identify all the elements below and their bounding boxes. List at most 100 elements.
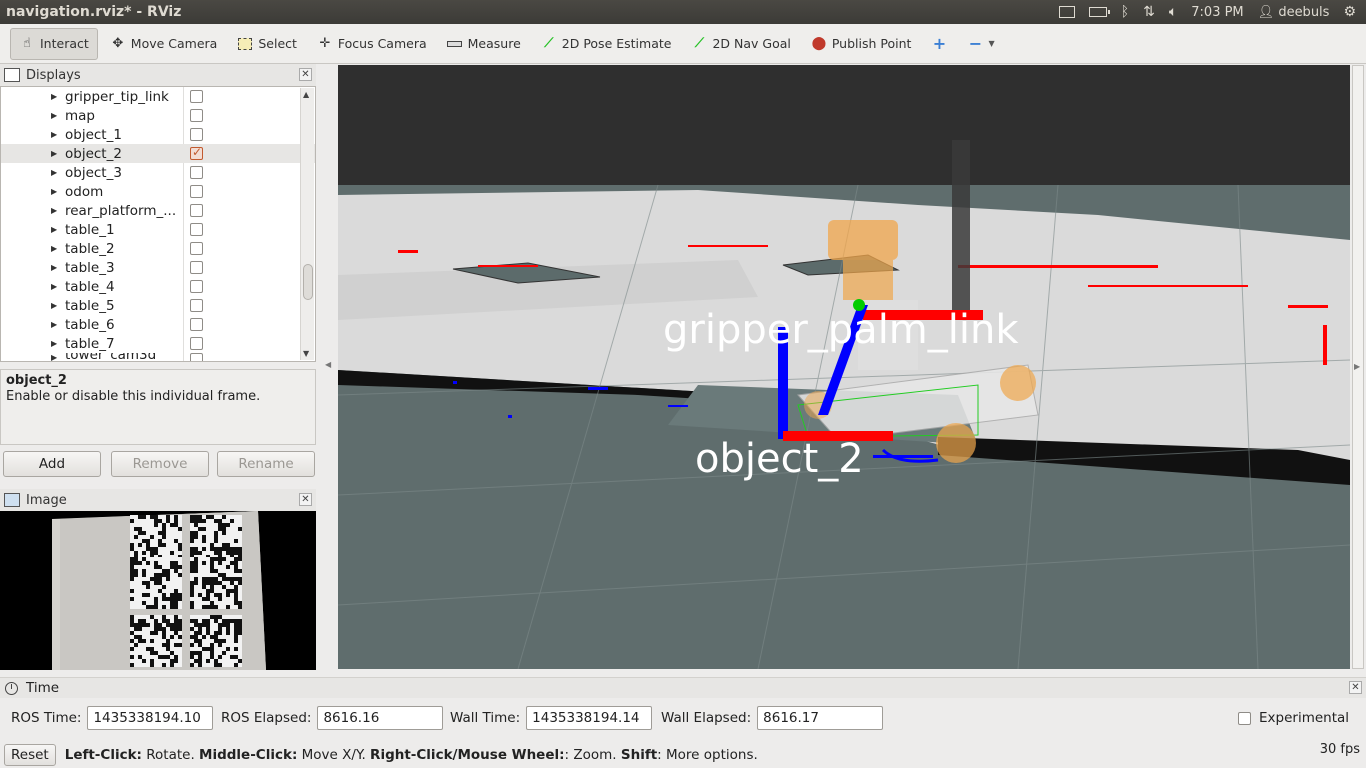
tree-item-checkbox[interactable] <box>190 318 203 331</box>
expand-arrow-icon[interactable]: ▶ <box>51 149 57 158</box>
collapse-right-icon[interactable]: ▶ <box>1354 362 1360 371</box>
user-menu[interactable]: 👤︎ deebuls <box>1258 5 1330 20</box>
ros-elapsed-field[interactable]: 8616.16 <box>317 706 444 730</box>
ros-time-field[interactable]: 1435338194.10 <box>87 706 214 730</box>
scrollbar-thumb[interactable] <box>303 264 313 300</box>
add-tool-button[interactable]: + <box>923 28 955 60</box>
hint-text: Rotate. <box>141 746 200 763</box>
description-text: Enable or disable this individual frame. <box>6 389 261 404</box>
expand-arrow-icon[interactable]: ▶ <box>51 320 57 329</box>
expand-arrow-icon[interactable]: ▶ <box>51 301 57 310</box>
tree-item[interactable]: ▶ gripper_tip_link <box>1 87 315 106</box>
tree-item-selected[interactable]: ▶ object_2 <box>1 144 315 163</box>
expand-arrow-icon[interactable]: ▶ <box>51 225 57 234</box>
expand-arrow-icon[interactable]: ▶ <box>51 187 57 196</box>
remove-tool-button[interactable]: − ▼ <box>959 28 1002 60</box>
expand-arrow-icon[interactable]: ▶ <box>51 263 57 272</box>
wall-elapsed-group: Wall Elapsed: 8616.17 <box>661 706 884 730</box>
tree-item[interactable]: ▶ object_1 <box>1 125 315 144</box>
reset-button[interactable]: Reset <box>4 743 56 766</box>
collapse-left-icon[interactable]: ◀ <box>325 360 331 369</box>
panel-splitter[interactable]: ◀ <box>320 64 338 670</box>
tool-move-camera[interactable]: ✥ Move Camera <box>102 28 226 60</box>
bluetooth-icon[interactable]: ᛒ <box>1121 4 1129 20</box>
wall-elapsed-field[interactable]: 8616.17 <box>757 706 884 730</box>
tree-item[interactable]: ▶ table_2 <box>1 239 315 258</box>
volume-icon[interactable]: 🔈︎ <box>1169 4 1177 20</box>
expand-arrow-icon[interactable]: ▶ <box>51 111 57 120</box>
tool-publish-point[interactable]: ⬤ Publish Point <box>803 28 920 60</box>
expand-arrow-icon[interactable]: ▶ <box>51 168 57 177</box>
tree-item[interactable]: ▶ rear_platform_... <box>1 201 315 220</box>
experimental-toggle[interactable]: Experimental <box>1238 710 1349 726</box>
tree-item-label: map <box>65 107 95 124</box>
ros-time-group: ROS Time: 1435338194.10 <box>11 706 214 730</box>
tree-item-checkbox[interactable] <box>190 166 203 179</box>
3d-scene[interactable]: gripper_palm_link object_2 <box>338 65 1350 669</box>
close-icon[interactable]: ✕ <box>1349 681 1362 694</box>
add-button[interactable]: Add <box>3 451 101 477</box>
tree-item[interactable]: ▶ map <box>1 106 315 125</box>
rename-button[interactable]: Rename <box>217 451 315 477</box>
tree-item[interactable]: ▶ table_7 <box>1 334 315 353</box>
expand-arrow-icon[interactable]: ▶ <box>51 339 57 348</box>
tree-item-checkbox[interactable] <box>190 204 203 217</box>
tree-item-checkbox[interactable] <box>190 109 203 122</box>
ros-elapsed-group: ROS Elapsed: 8616.16 <box>221 706 444 730</box>
tool-2d-nav-goal[interactable]: ⟋ 2D Nav Goal <box>683 28 798 60</box>
select-icon <box>237 36 253 52</box>
tool-interact[interactable]: ☝ Interact <box>10 27 98 60</box>
tree-item-checkbox[interactable] <box>190 223 203 236</box>
scroll-down-icon[interactable]: ▼ <box>303 349 309 358</box>
chevron-down-icon: ▼ <box>988 39 995 48</box>
tree-item[interactable]: ▶ tower_cam3d <box>1 353 315 361</box>
experimental-checkbox[interactable] <box>1238 711 1251 725</box>
tree-item-checkbox[interactable] <box>190 353 203 361</box>
tree-item-checkbox[interactable] <box>190 299 203 312</box>
remove-button[interactable]: Remove <box>111 451 209 477</box>
tool-focus-camera[interactable]: ✛ Focus Camera <box>309 28 435 60</box>
tree-item-checkbox[interactable] <box>190 185 203 198</box>
display-description-box: object_2 Enable or disable this individu… <box>0 369 316 445</box>
settings-gear-icon[interactable]: ⚙ <box>1343 4 1356 20</box>
tree-item-checkbox[interactable] <box>190 128 203 141</box>
tree-item-checkbox[interactable] <box>190 337 203 350</box>
scroll-up-icon[interactable]: ▲ <box>303 90 309 99</box>
tree-item-checkbox[interactable] <box>190 261 203 274</box>
tool-select[interactable]: Select <box>229 28 305 60</box>
tree-item-label: table_7 <box>65 335 115 352</box>
expand-arrow-icon[interactable]: ▶ <box>51 244 57 253</box>
tree-item-checkbox[interactable] <box>190 280 203 293</box>
expand-arrow-icon[interactable]: ▶ <box>51 206 57 215</box>
expand-arrow-icon[interactable]: ▶ <box>51 282 57 291</box>
expand-arrow-icon[interactable]: ▶ <box>51 353 57 361</box>
expand-arrow-icon[interactable]: ▶ <box>51 92 57 101</box>
wall-time-field[interactable]: 1435338194.14 <box>526 706 653 730</box>
close-icon[interactable]: ✕ <box>299 68 312 81</box>
displays-panel-title: Displays ✕ <box>0 64 316 86</box>
clock-text[interactable]: 7:03 PM <box>1191 5 1243 20</box>
tree-item[interactable]: ▶ object_3 <box>1 163 315 182</box>
mail-icon[interactable] <box>1058 6 1075 18</box>
close-icon[interactable]: ✕ <box>299 493 312 506</box>
tool-measure[interactable]: Measure <box>439 28 529 60</box>
tree-item[interactable]: ▶ table_1 <box>1 220 315 239</box>
expand-arrow-icon[interactable]: ▶ <box>51 130 57 139</box>
tree-item[interactable]: ▶ table_5 <box>1 296 315 315</box>
tree-item-checkbox[interactable] <box>190 242 203 255</box>
tree-item[interactable]: ▶ table_3 <box>1 258 315 277</box>
tool-2d-pose-estimate[interactable]: ⟋ 2D Pose Estimate <box>533 28 680 60</box>
tree-item[interactable]: ▶ table_6 <box>1 315 315 334</box>
status-hint: Left-Click: Rotate. Middle-Click: Move X… <box>65 747 758 763</box>
network-icon[interactable]: ⇅ <box>1143 4 1155 20</box>
tree-item[interactable]: ▶ table_4 <box>1 277 315 296</box>
tree-item-checkbox[interactable] <box>190 145 203 160</box>
battery-icon[interactable] <box>1088 7 1110 17</box>
right-splitter[interactable]: ▶ <box>1352 65 1364 669</box>
hint-key: Right-Click/Mouse Wheel: <box>370 746 565 763</box>
tree-item[interactable]: ▶ odom <box>1 182 315 201</box>
display-buttons: Add Remove Rename <box>0 451 316 481</box>
3d-render-view[interactable]: gripper_palm_link object_2 <box>338 65 1350 669</box>
tree-item-checkbox[interactable] <box>190 90 203 103</box>
displays-scrollbar[interactable]: ▲ ▼ <box>300 88 314 360</box>
